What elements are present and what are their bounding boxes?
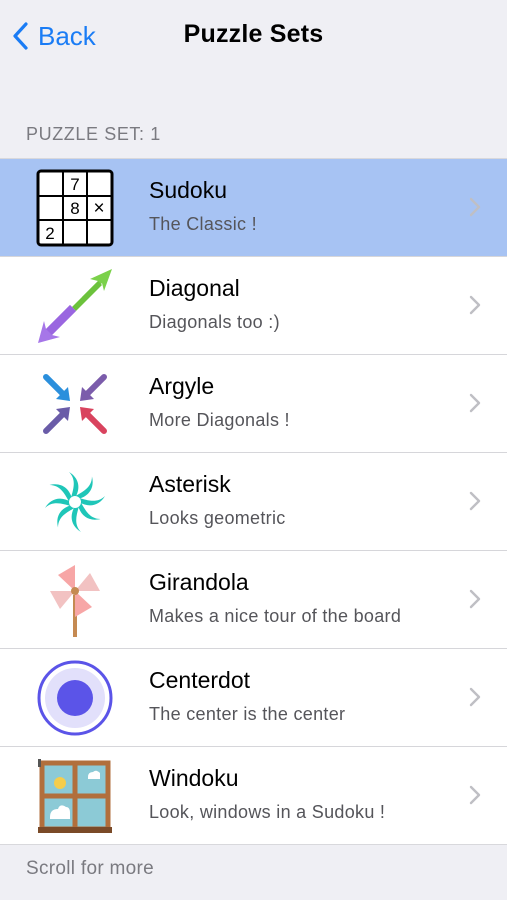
puzzle-name: Argyle [149,373,215,399]
chevron-right-icon [469,393,481,413]
sudoku-mark-x: × [93,198,104,219]
puzzle-row-centerdot[interactable]: Centerdot The center is the center [0,649,507,747]
puzzle-name: Centerdot [149,667,251,693]
sudoku-digit-2: 2 [45,224,54,243]
diagonal-arrows-icon [36,267,114,345]
asterisk-swirl-icon [36,463,114,541]
puzzle-list: 7 8 × 2 Sudoku The Classic ! Diagonal Di… [0,158,507,845]
chevron-right-icon [469,197,481,217]
argyle-arrows-icon [36,365,114,443]
pinwheel-icon [36,561,114,639]
section-header: PUZZLE SET: 1 [26,124,161,144]
puzzle-description: More Diagonals ! [149,410,290,430]
chevron-right-icon [469,687,481,707]
puzzle-description: The center is the center [149,704,346,724]
puzzle-row-argyle[interactable]: Argyle More Diagonals ! [0,355,507,453]
center-dot-icon [36,659,114,737]
puzzle-name: Asterisk [149,471,231,497]
puzzle-row-sudoku[interactable]: 7 8 × 2 Sudoku The Classic ! [0,159,507,257]
page-title: Puzzle Sets [183,20,324,48]
sudoku-digit-7: 7 [70,175,79,194]
puzzle-name: Diagonal [149,275,240,301]
chevron-right-icon [469,491,481,511]
puzzle-name: Sudoku [149,177,228,203]
puzzle-name: Windoku [149,765,239,791]
chevron-right-icon [469,785,481,805]
scroll-hint: Scroll for more [26,858,155,879]
puzzle-description: Makes a nice tour of the board [149,606,402,626]
navigation-bar: Back Puzzle Sets [0,0,507,80]
puzzle-description: Look, windows in a Sudoku ! [149,802,386,822]
sudoku-grid-icon: 7 8 × 2 [36,169,114,247]
puzzle-description: Diagonals too :) [149,312,280,332]
puzzle-row-girandola[interactable]: Girandola Makes a nice tour of the board [0,551,507,649]
chevron-right-icon [469,295,481,315]
puzzle-row-windoku[interactable]: Windoku Look, windows in a Sudoku ! [0,747,507,844]
puzzle-row-asterisk[interactable]: Asterisk Looks geometric [0,453,507,551]
window-icon [36,757,114,835]
puzzle-row-diagonal[interactable]: Diagonal Diagonals too :) [0,257,507,355]
puzzle-description: Looks geometric [149,508,286,528]
puzzle-name: Girandola [149,569,249,595]
chevron-right-icon [469,589,481,609]
sudoku-digit-8: 8 [70,199,79,218]
puzzle-description: The Classic ! [149,214,257,234]
